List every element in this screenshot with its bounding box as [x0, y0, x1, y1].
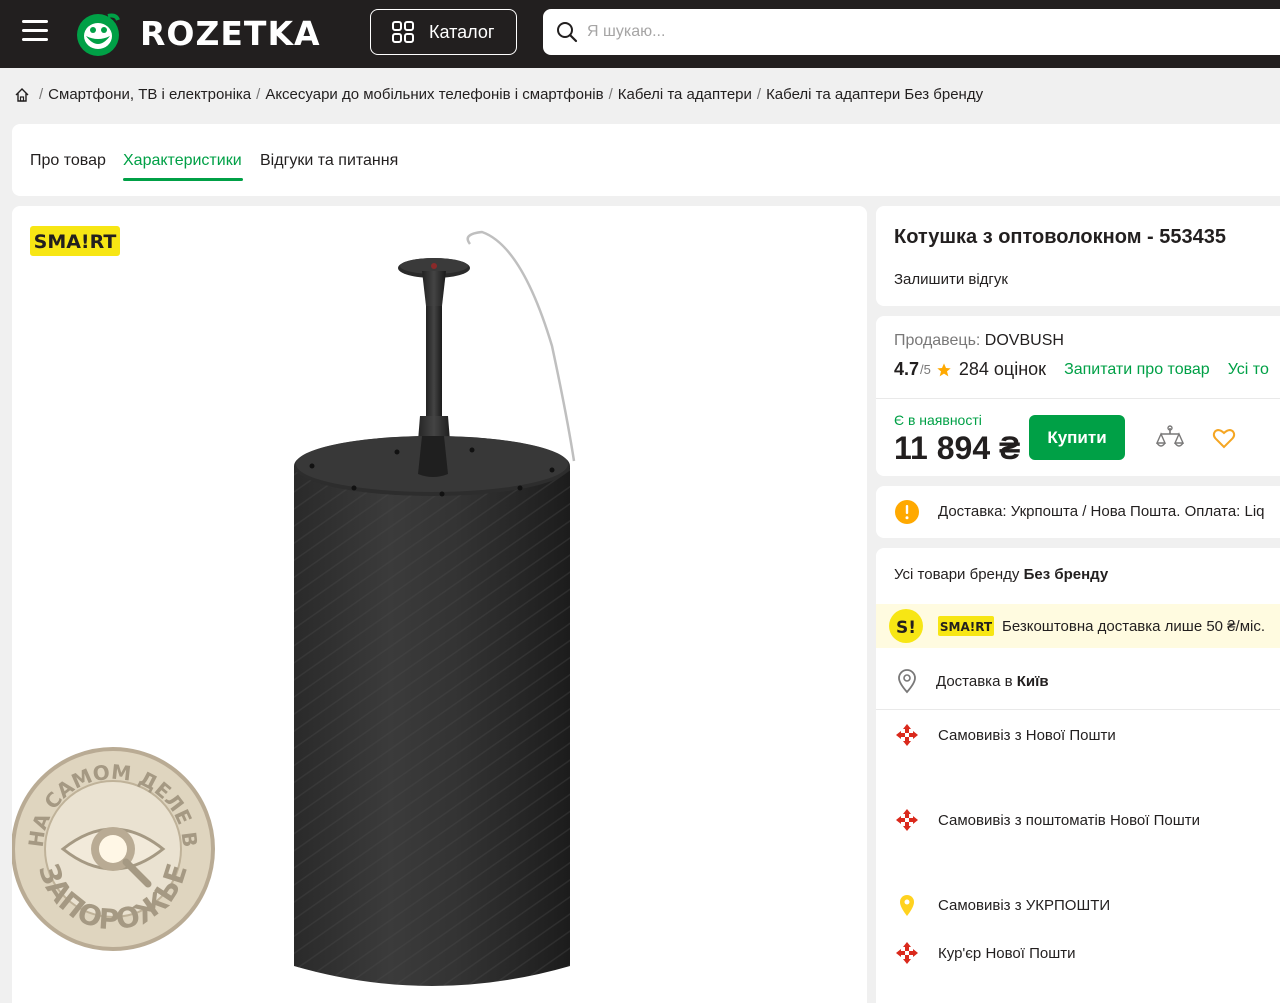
product-title: Котушка з оптоволокном - 553435: [894, 226, 1227, 248]
brand-delivery-card: Усі товари бренду Без бренду S! SMA!RT Б…: [876, 548, 1280, 1003]
warning-icon: [895, 500, 919, 524]
breadcrumb-separator: /: [256, 86, 261, 103]
top-header: ROZETKA Каталог: [0, 0, 1280, 68]
grid-icon: [392, 21, 414, 43]
star-icon: [937, 362, 951, 376]
breadcrumb-separator: /: [756, 86, 762, 103]
heart-icon[interactable]: [1212, 426, 1236, 450]
delivery-payment-note: Доставка: Укрпошта / Нова Пошта. Оплата:…: [876, 486, 1280, 538]
smart-mini-badge: SMA!RT: [938, 616, 994, 636]
tab-characteristics[interactable]: Характеристики: [123, 152, 242, 170]
stock-status: Є в наявності: [894, 412, 982, 428]
delivery-option-label: Самовивіз з Нової Пошти: [938, 726, 1116, 744]
logo-text[interactable]: ROZETKA: [140, 14, 321, 53]
compare-scales-icon[interactable]: [1156, 424, 1184, 452]
breadcrumb-link[interactable]: Кабелі та адаптери Без бренду: [766, 86, 983, 103]
location-pin-icon: [898, 669, 916, 694]
tab-about[interactable]: Про товар: [30, 152, 106, 170]
watermark-stamp: НА САМОМ ДЕЛЕ В ЗАПОРОЖЬЕ: [12, 747, 215, 951]
breadcrumb-link[interactable]: Кабелі та адаптери: [618, 86, 752, 103]
smart-promo-text: Безкоштовна доставка лише 50 ₴/міс.: [1002, 617, 1266, 635]
buy-button[interactable]: Купити: [1029, 415, 1125, 460]
seller-name[interactable]: DOVBUSH: [985, 332, 1064, 349]
divider: [876, 398, 1280, 399]
delivery-city-text: Доставка в Київ: [936, 673, 1049, 690]
smart-badge: SMA!RT: [30, 226, 120, 256]
search-input[interactable]: [587, 23, 1187, 41]
product-title-card: Котушка з оптоволокном - 553435 Залишити…: [876, 206, 1280, 306]
tab-reviews[interactable]: Відгуки та питання: [260, 152, 398, 170]
search-icon: [557, 22, 578, 43]
breadcrumb: / Смартфони, ТВ і електроніка / Аксесуар…: [14, 86, 983, 103]
nova-poshta-icon: [896, 724, 918, 746]
brand-link[interactable]: Усі товари бренду Без бренду: [894, 566, 1108, 583]
seller-info: Продавець: DOVBUSH: [894, 332, 1064, 350]
delivery-option[interactable]: Самовивіз з Нової Пошти: [876, 722, 1280, 748]
smart-badge-text: SMA!RT: [34, 231, 117, 253]
delivery-option[interactable]: Самовивіз з поштоматів Нової Пошти: [876, 807, 1280, 833]
breadcrumb-separator: /: [608, 86, 613, 103]
rating-value: 4.7: [894, 359, 920, 379]
brand-prefix: Усі товари бренду: [894, 566, 1020, 583]
delivery-payment-text: Доставка: Укрпошта / Нова Пошта. Оплата:…: [938, 503, 1265, 520]
seller-label: Продавець:: [894, 332, 981, 349]
seller-rating-row: 4.7 /5 284 оцінок Запитати про товар Усі…: [894, 359, 1269, 380]
product-tabs: Про товар Характеристики Відгуки та пита…: [12, 124, 1280, 196]
smart-promo[interactable]: S! SMA!RT Безкоштовна доставка лише 50 ₴…: [876, 604, 1280, 648]
active-tab-indicator: [123, 178, 243, 181]
delivery-option[interactable]: Самовивіз з УКРПОШТИ: [876, 892, 1280, 918]
rozetka-logo-icon[interactable]: [74, 10, 122, 58]
delivery-option-label: Самовивіз з УКРПОШТИ: [938, 896, 1111, 914]
divider: [876, 709, 1280, 710]
smart-mini-text: SMA!RT: [940, 620, 993, 634]
product-price: 11 894 ₴: [894, 430, 1021, 466]
nova-poshta-icon: [896, 809, 918, 831]
brand-name: Без бренду: [1023, 566, 1109, 583]
ask-about-product-link[interactable]: Запитати про товар: [1064, 361, 1210, 379]
delivery-option-label: Кур'єр Нової Пошти: [938, 944, 1076, 962]
catalog-label: Каталог: [429, 21, 495, 42]
menu-icon[interactable]: [22, 20, 48, 44]
product-image-card[interactable]: SMA!RT НА САМОМ ДЕЛЕ В ЗАПОРОЖЬЕ: [12, 206, 867, 1003]
smart-s-letter: S!: [896, 618, 916, 638]
product-photo: [294, 230, 576, 986]
breadcrumb-link[interactable]: Аксесуари до мобільних телефонів і смарт…: [265, 86, 603, 103]
rating-max: /5: [920, 362, 931, 377]
leave-review-link[interactable]: Залишити відгук: [894, 271, 1008, 288]
smart-s-icon: S!: [889, 609, 923, 643]
seller-price-card: Продавець: DOVBUSH 4.7 /5 284 оцінок Зап…: [876, 316, 1280, 476]
all-seller-goods-link[interactable]: Усі то: [1228, 361, 1269, 379]
catalog-button[interactable]: Каталог: [370, 9, 517, 55]
rating-count[interactable]: 284 оцінок: [959, 359, 1046, 380]
breadcrumb-link[interactable]: Смартфони, ТВ і електроніка: [48, 86, 251, 103]
delivery-city-prefix: Доставка в: [936, 672, 1013, 690]
search-bar: [543, 9, 1280, 55]
delivery-city-name: Київ: [1016, 672, 1049, 690]
ukrposhta-pin-icon: [900, 895, 914, 916]
delivery-option[interactable]: Кур'єр Нової Пошти: [876, 940, 1280, 966]
delivery-city-row[interactable]: Доставка в Київ: [876, 668, 1280, 694]
home-icon[interactable]: [14, 87, 30, 103]
delivery-option-label: Самовивіз з поштоматів Нової Пошти: [938, 811, 1201, 829]
breadcrumb-separator: /: [39, 86, 44, 103]
nova-poshta-icon: [896, 942, 918, 964]
